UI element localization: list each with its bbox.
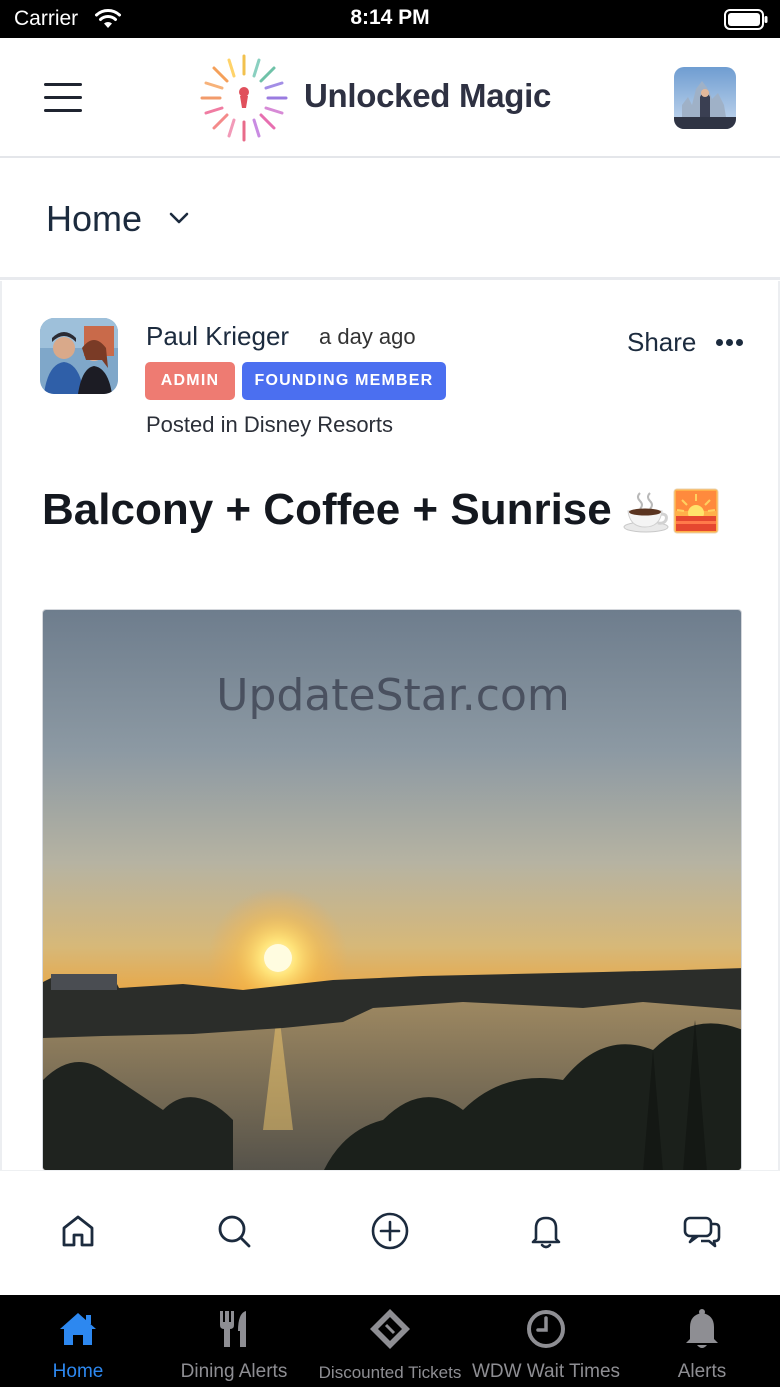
tab-label: Discounted Tickets [318, 1363, 462, 1382]
firework-logo-icon [200, 54, 288, 142]
more-options-icon[interactable] [716, 331, 750, 355]
menu-icon[interactable] [44, 83, 84, 113]
page-title[interactable]: Home [46, 198, 142, 240]
tab-dining-alerts[interactable]: Dining Alerts [156, 1295, 312, 1387]
add-circle-icon[interactable] [370, 1211, 410, 1251]
posted-in-label[interactable]: Posted in Disney Resorts [146, 412, 393, 438]
author-name[interactable]: Paul Krieger [146, 321, 289, 352]
home-icon[interactable] [58, 1211, 98, 1251]
community-nav [0, 1170, 780, 1295]
ticket-icon [370, 1309, 410, 1349]
logo-text: Unlocked Magic [304, 77, 552, 114]
bell-icon [686, 1309, 718, 1348]
tab-label: WDW Wait Times [471, 1361, 621, 1382]
watermark-text: UpdateStar.com [216, 670, 570, 721]
sunrise-emoji-icon [673, 488, 719, 534]
tab-wdw-wait-times[interactable]: WDW Wait Times [468, 1295, 624, 1387]
tab-label: Dining Alerts [180, 1361, 288, 1382]
user-avatar[interactable] [674, 67, 736, 129]
tab-home[interactable]: Home [0, 1295, 156, 1387]
post-card: Paul Krieger a day ago ADMIN FOUNDING ME… [0, 281, 780, 1171]
fork-knife-icon [220, 1311, 246, 1347]
clock-time: 8:14 PM [350, 6, 430, 29]
founding-member-badge: FOUNDING MEMBER [242, 362, 446, 400]
share-button[interactable]: Share [627, 327, 696, 358]
tab-label: Alerts [677, 1361, 727, 1382]
post-timestamp: a day ago [319, 324, 416, 349]
clock-icon [527, 1310, 565, 1348]
search-icon[interactable] [214, 1211, 254, 1251]
house-icon [60, 1313, 96, 1345]
app-header: Unlocked Magic [0, 38, 780, 158]
chevron-down-icon[interactable] [168, 210, 190, 226]
post-title: Balcony + Coffee + Sunrise [42, 485, 612, 534]
coffee-emoji-icon [623, 492, 669, 533]
tab-discounted-tickets[interactable]: Discounted Tickets [312, 1295, 468, 1387]
page-title-bar: Home [0, 158, 780, 280]
tab-label: Home [52, 1361, 104, 1382]
author-avatar[interactable] [40, 318, 118, 394]
status-bar: Carrier 8:14 PM [0, 0, 780, 38]
tab-bar: Home Dining Alerts Discounted Tickets WD… [0, 1295, 780, 1387]
tab-alerts[interactable]: Alerts [624, 1295, 780, 1387]
logo[interactable]: Unlocked Magic [196, 50, 576, 146]
admin-badge: ADMIN [145, 362, 235, 400]
bell-icon[interactable] [526, 1211, 566, 1251]
post-photo[interactable]: UpdateStar.com [42, 609, 742, 1171]
battery-icon [724, 9, 768, 30]
chat-icon[interactable] [682, 1211, 722, 1251]
